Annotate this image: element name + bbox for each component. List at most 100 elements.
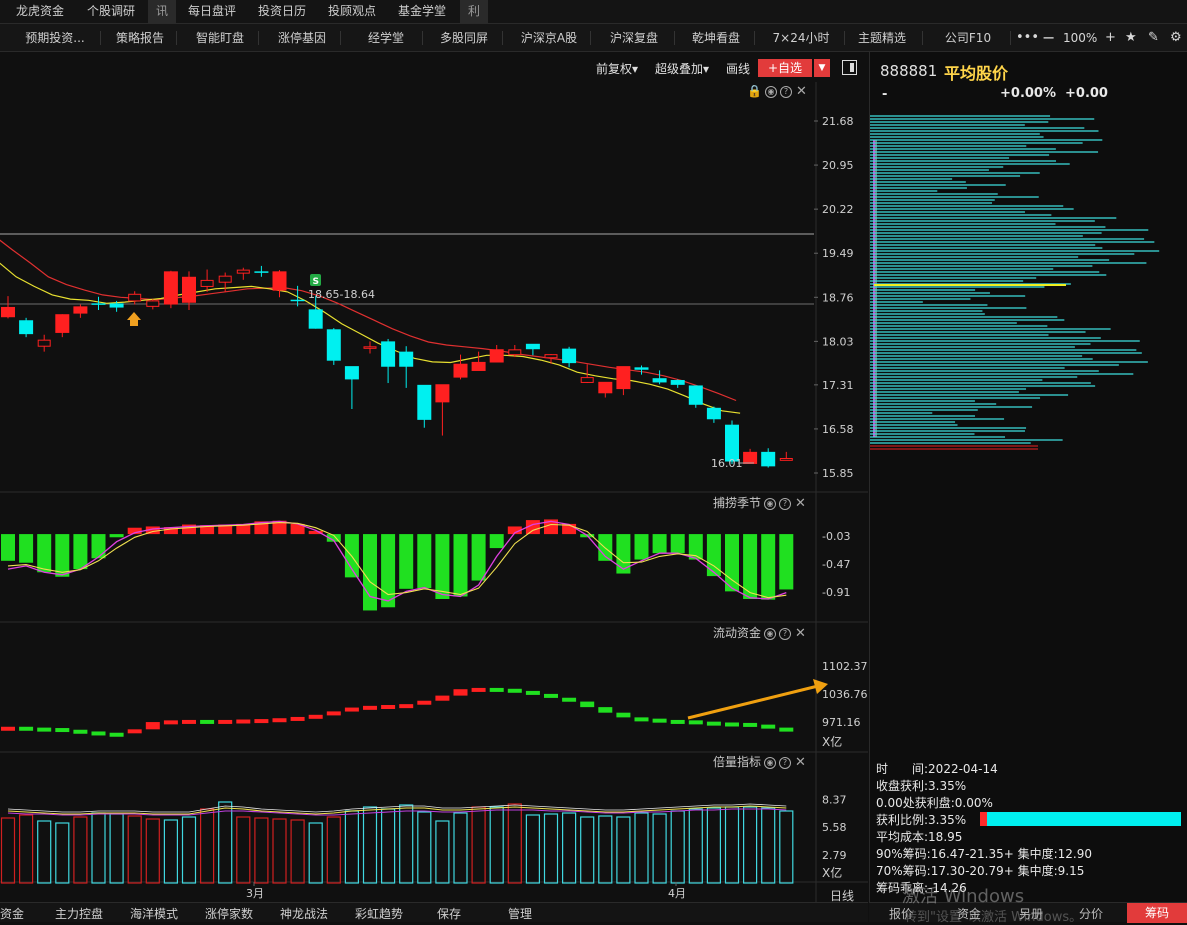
sub-tab-7[interactable]: 沪深复盘 bbox=[594, 24, 674, 52]
pencil-icon[interactable]: ✎ bbox=[1148, 24, 1159, 52]
sub-tab-3[interactable]: 涨停基因 bbox=[264, 24, 340, 52]
settings-icon[interactable]: ◉ bbox=[764, 757, 777, 769]
bottom-tab-3[interactable]: 涨停家数 bbox=[205, 905, 253, 922]
sub-nav-bar: ••• − 100% + ★ ✎ ⚙ 预期投资... 策略报告 智能盯盘 涨停基因 经学… bbox=[0, 24, 1187, 52]
price-axis-label: 17.31 bbox=[822, 379, 854, 392]
tab-divider bbox=[674, 31, 675, 45]
close-icon[interactable]: ✕ bbox=[795, 496, 806, 511]
liquidity-bar bbox=[1, 726, 15, 731]
sub-tab-0[interactable]: 预期投资... bbox=[10, 24, 100, 52]
sub-tab-4[interactable]: 经学堂 bbox=[350, 24, 422, 52]
indicator-name[interactable]: 捕捞季节 bbox=[713, 496, 761, 510]
sub-tab-8[interactable]: 乾坤看盘 bbox=[678, 24, 754, 52]
catch-bar bbox=[652, 534, 667, 554]
candle-body bbox=[326, 329, 341, 361]
bottom-tab-0[interactable]: 资金 bbox=[0, 905, 24, 922]
candle-body bbox=[435, 384, 450, 403]
sub-tab-5[interactable]: 多股同屏 bbox=[426, 24, 502, 52]
gear-icon[interactable]: ⚙ bbox=[1170, 24, 1182, 52]
lock-icon[interactable]: 🔒 bbox=[747, 84, 762, 98]
add-favorite-dropdown-icon[interactable]: ▼ bbox=[814, 59, 830, 77]
candle-body bbox=[417, 384, 432, 420]
pane2-controls: 捕捞季节 ◉? ✕ bbox=[713, 494, 806, 511]
tab-divider bbox=[422, 31, 423, 45]
tab-chips[interactable]: 筹码 bbox=[1127, 903, 1187, 923]
sub-tab-9[interactable]: 7×24小时 bbox=[758, 24, 844, 52]
star-icon[interactable]: ★ bbox=[1125, 24, 1137, 52]
zoom-in-icon[interactable]: + bbox=[1105, 24, 1116, 52]
help-icon[interactable]: ? bbox=[779, 498, 792, 510]
liquidity-bar bbox=[761, 724, 776, 729]
stock-name: 平均股价 bbox=[944, 64, 1009, 83]
close-icon[interactable]: ✕ bbox=[795, 626, 806, 641]
bottom-tab-1[interactable]: 主力控盘 bbox=[55, 905, 103, 922]
bottom-tab-7[interactable]: 管理 bbox=[508, 905, 532, 922]
liquidity-bar bbox=[453, 689, 468, 696]
sub-tab-10[interactable]: 主题精选 bbox=[842, 24, 922, 52]
tab-divider bbox=[176, 31, 177, 45]
overlay-dropdown[interactable]: 超级叠加▾ bbox=[655, 60, 709, 77]
bottom-tab-4[interactable]: 神龙战法 bbox=[280, 905, 328, 922]
top-tab-2[interactable]: 讯 bbox=[148, 0, 176, 24]
close-icon[interactable]: ✕ bbox=[796, 84, 807, 99]
volume-axis-label: 5.58 bbox=[822, 821, 847, 834]
price-axis-label: 18.76 bbox=[822, 291, 854, 304]
indicator-tabs-bar: 资金 主力控盘 海洋模式 涨停家数 神龙战法 彩虹趋势 保存 管理 日线 bbox=[0, 889, 868, 922]
top-tab-0[interactable]: 龙虎资金 bbox=[16, 0, 64, 24]
help-icon[interactable]: ? bbox=[779, 86, 792, 98]
catch-bar bbox=[109, 534, 124, 538]
period-daily-label[interactable]: 日线 bbox=[830, 887, 854, 904]
candle-body bbox=[381, 341, 396, 367]
top-tab-4[interactable]: 投资日历 bbox=[258, 0, 306, 24]
top-tab-7[interactable]: 利 bbox=[460, 0, 488, 24]
candle-body bbox=[163, 271, 178, 305]
add-favorite-button[interactable]: +自选 bbox=[758, 59, 812, 77]
liquidity-bar bbox=[706, 721, 721, 726]
sub-tab-2[interactable]: 智能盯盘 bbox=[182, 24, 258, 52]
more-icon[interactable]: ••• bbox=[1016, 24, 1039, 52]
settings-icon[interactable]: ◉ bbox=[764, 498, 777, 510]
candle-body bbox=[344, 366, 359, 380]
catch-bar bbox=[417, 534, 432, 589]
panel-layout-icon[interactable] bbox=[842, 60, 857, 75]
zoom-out-icon[interactable]: − bbox=[1042, 24, 1055, 52]
tab-divider bbox=[340, 31, 341, 45]
liquidity-bar bbox=[91, 731, 106, 736]
chip-price-profit: 0.00处获利盘:0.00% bbox=[876, 796, 993, 810]
bottom-tab-2[interactable]: 海洋模式 bbox=[130, 905, 178, 922]
indicator-name[interactable]: 流动资金 bbox=[713, 626, 761, 640]
draw-line-button[interactable]: 画线 bbox=[726, 60, 750, 77]
liquidity-bar bbox=[435, 695, 450, 701]
liquidity-axis-label: 971.16 bbox=[822, 716, 861, 729]
catch-bar bbox=[55, 534, 70, 577]
sub-tab-6[interactable]: 沪深京A股 bbox=[508, 24, 590, 52]
help-icon[interactable]: ? bbox=[779, 757, 792, 769]
top-tab-1[interactable]: 个股调研 bbox=[87, 0, 135, 24]
sub-tab-11[interactable]: 公司F10 bbox=[926, 24, 1010, 52]
help-icon[interactable]: ? bbox=[779, 628, 792, 640]
chip-profit-ratio: 获利比例:3.35% bbox=[876, 813, 967, 827]
settings-icon[interactable]: ◉ bbox=[764, 628, 777, 640]
bottom-tab-6[interactable]: 保存 bbox=[437, 905, 461, 922]
month-label: 3月 bbox=[246, 887, 264, 900]
bottom-tab-5[interactable]: 彩虹趋势 bbox=[355, 905, 403, 922]
indicator-name[interactable]: 倍量指标 bbox=[713, 755, 761, 769]
dropdown-caret-icon: ▾ bbox=[703, 62, 710, 76]
liquidity-bar bbox=[399, 704, 414, 709]
liquidity-bar bbox=[73, 729, 88, 734]
price-axis-label: 21.68 bbox=[822, 115, 854, 128]
close-icon[interactable]: ✕ bbox=[795, 755, 806, 770]
top-tab-3[interactable]: 每日盘评 bbox=[188, 0, 236, 24]
liquidity-bar bbox=[634, 717, 649, 722]
candle-body bbox=[562, 348, 577, 364]
top-tab-5[interactable]: 投顾观点 bbox=[328, 0, 376, 24]
chip-90-range: 90%筹码:16.47-21.35+ 集中度:12.90 bbox=[876, 847, 1093, 861]
sub-tab-1[interactable]: 策略报告 bbox=[104, 24, 176, 52]
settings-icon[interactable]: ◉ bbox=[764, 86, 777, 98]
restore-rights-dropdown[interactable]: 前复权▾ bbox=[596, 60, 638, 77]
top-tab-6[interactable]: 基金学堂 bbox=[398, 0, 446, 24]
kline-chart-area[interactable]: 21.68 20.95 20.22 19.49 18.76 18.03 17.31 16.58… bbox=[0, 82, 869, 902]
liquidity-bar bbox=[326, 711, 341, 716]
catch-bar bbox=[435, 534, 450, 599]
tab-price-split[interactable]: 分价 bbox=[1079, 905, 1103, 922]
